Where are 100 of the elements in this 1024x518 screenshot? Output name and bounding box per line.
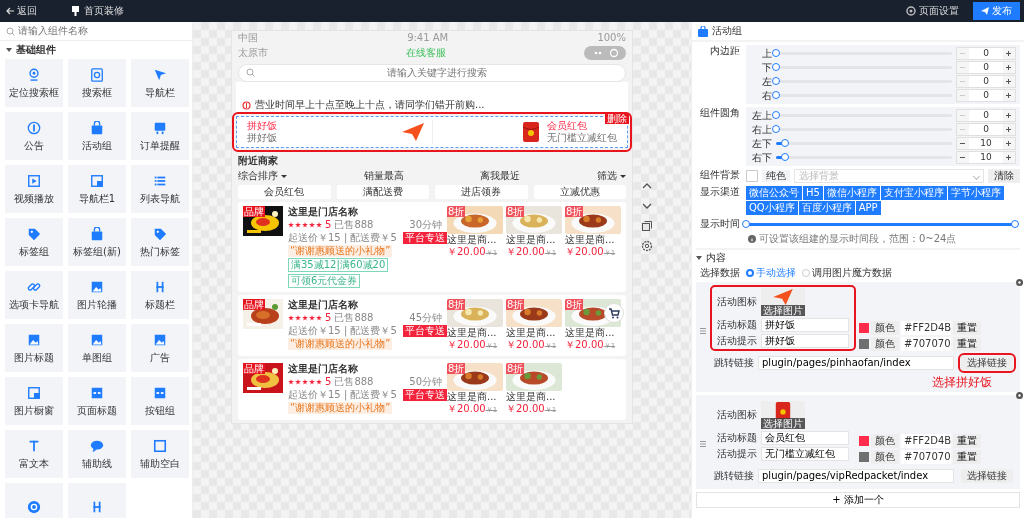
plus-icon[interactable] [1003,48,1015,59]
slider-handle[interactable] [780,139,789,147]
cart-icon[interactable] [604,303,624,323]
group-header[interactable]: 基础组件 [0,41,192,59]
sort-option[interactable]: 离我最近 [480,170,521,182]
channel-toggle[interactable]: 支付宝小程序 [880,186,947,200]
copy-icon[interactable] [641,220,653,232]
number-stepper[interactable]: 0 [956,109,1016,122]
text-input[interactable]: 拼好饭 [761,318,849,332]
component-tile[interactable]: 辅助空白 [131,430,189,478]
hex-value[interactable]: #FF2D4B [901,321,951,335]
plus-icon[interactable] [1003,138,1015,149]
component-tile[interactable]: 公告 [5,112,63,160]
channel-toggle[interactable]: H5 [803,186,823,200]
color-swatch[interactable] [859,339,869,349]
number-stepper[interactable]: 10 [956,151,1016,164]
component-tile[interactable]: 导航栏 [131,59,189,107]
plus-icon[interactable] [1003,62,1015,73]
add-item-button[interactable]: + 添加一个 [696,492,1020,508]
settings-icon[interactable] [1016,392,1023,399]
component-tile[interactable]: 辅助线 [68,430,126,478]
component-search-field[interactable]: 请输入组件名称 [0,22,192,41]
sort-option[interactable]: 销量最高 [363,170,404,182]
component-tile[interactable]: 选项卡导航 [5,271,63,319]
color-swatch[interactable] [746,170,758,182]
reset-button[interactable]: 重置 [953,450,981,464]
choose-image-label[interactable]: 选择图片 [761,418,805,429]
sort-option[interactable]: 综合排序 [238,170,287,182]
plus-icon[interactable] [1003,110,1015,121]
component-tile[interactable]: 图片轮播 [68,271,126,319]
component-tile[interactable]: 标签组(新) [68,218,126,266]
component-tile[interactable]: 图片橱窗 [5,377,63,425]
section-header[interactable]: 内容 [696,248,1020,264]
mini-program-capsule-icon[interactable] [584,46,626,60]
back-button[interactable]: 返回 [6,5,37,17]
plus-icon[interactable] [1003,152,1015,163]
minus-icon[interactable] [957,152,969,163]
plus-icon[interactable] [1003,90,1015,101]
radio-option[interactable]: 手动选择 [746,267,796,279]
channel-toggle[interactable]: QQ小程序 [746,201,798,215]
slider-handle[interactable] [772,63,780,71]
color-swatch[interactable] [859,436,869,446]
filter-tag[interactable]: 会员红包 [238,185,331,199]
reset-button[interactable]: 重置 [953,434,981,448]
sort-option[interactable]: 筛选 [596,170,626,182]
hex-value[interactable]: #707070 [901,450,951,464]
component-tile[interactable]: 广告 [131,324,189,372]
number-stepper[interactable]: 0 [956,123,1016,136]
component-tile[interactable]: 页面标题 [68,377,126,425]
publish-button[interactable]: 发布 [973,2,1020,20]
component-tile[interactable]: 热门标签 [131,218,189,266]
channel-toggle[interactable]: APP [855,201,881,215]
number-stepper[interactable]: 0 [956,89,1016,102]
color-swatch[interactable] [859,323,869,333]
number-stepper[interactable]: 0 [956,75,1016,88]
number-stepper[interactable]: 0 [956,47,1016,60]
component-tile[interactable]: 富文本 [5,430,63,478]
number-stepper[interactable]: 10 [956,137,1016,150]
component-tile[interactable]: 视频播放 [5,165,63,213]
component-tile[interactable]: 活动组 [68,112,126,160]
drag-handle-icon[interactable] [700,328,706,334]
slider-handle[interactable] [772,77,780,85]
number-stepper[interactable]: 0 [956,61,1016,74]
channel-toggle[interactable]: 微信小程序 [823,186,880,200]
link-input[interactable]: plugin/pages/vipRedpacket/index [758,469,954,483]
color-swatch[interactable] [859,452,869,462]
component-tile[interactable]: 列表导航 [131,165,189,213]
choose-image-label[interactable]: 选择图片 [761,305,805,316]
channel-toggle[interactable]: 百度小程序 [798,201,855,215]
image-picker[interactable]: 选择图片 [761,288,805,316]
slider-handle[interactable] [772,91,780,99]
reset-button[interactable]: 重置 [953,337,981,351]
hex-value[interactable]: #FF2D4B [901,434,951,448]
image-picker[interactable]: 选择图片 [761,401,805,429]
clear-button[interactable]: 清除 [988,169,1020,183]
component-tile[interactable]: 搜索框 [68,59,126,107]
page-settings-button[interactable]: 页面设置 [906,5,959,17]
component-tile[interactable] [5,483,63,518]
slider-handle[interactable] [780,153,789,161]
hex-value[interactable]: #707070 [901,337,951,351]
minus-icon[interactable] [957,138,969,149]
slider-handle[interactable] [772,111,780,119]
search-field[interactable]: 请输入关键字进行搜索 [238,64,626,82]
link-input[interactable]: plugin/pages/pinhaofan/index [758,356,954,370]
delete-badge[interactable]: 删除 [605,113,629,124]
choose-link-button[interactable]: 选择链接 [961,469,1013,483]
filter-tag[interactable]: 立减优惠 [533,185,626,199]
settings-icon[interactable] [641,240,653,252]
channel-toggle[interactable]: 微信公众号 [746,186,802,200]
range-end-handle[interactable] [1011,220,1019,228]
text-input[interactable]: 拼好饭 [761,334,849,348]
component-tile[interactable]: 单图组 [68,324,126,372]
plus-icon[interactable] [1003,124,1015,135]
reset-button[interactable]: 重置 [953,321,981,335]
settings-icon[interactable] [1016,279,1023,286]
text-input[interactable]: 会员红包 [761,431,849,445]
text-input[interactable]: 无门槛立减红包 [761,447,849,461]
channel-toggle[interactable]: 字节小程序 [947,186,1004,200]
drag-handle-icon[interactable] [700,441,706,447]
component-tile[interactable]: 订单提醒 [131,112,189,160]
